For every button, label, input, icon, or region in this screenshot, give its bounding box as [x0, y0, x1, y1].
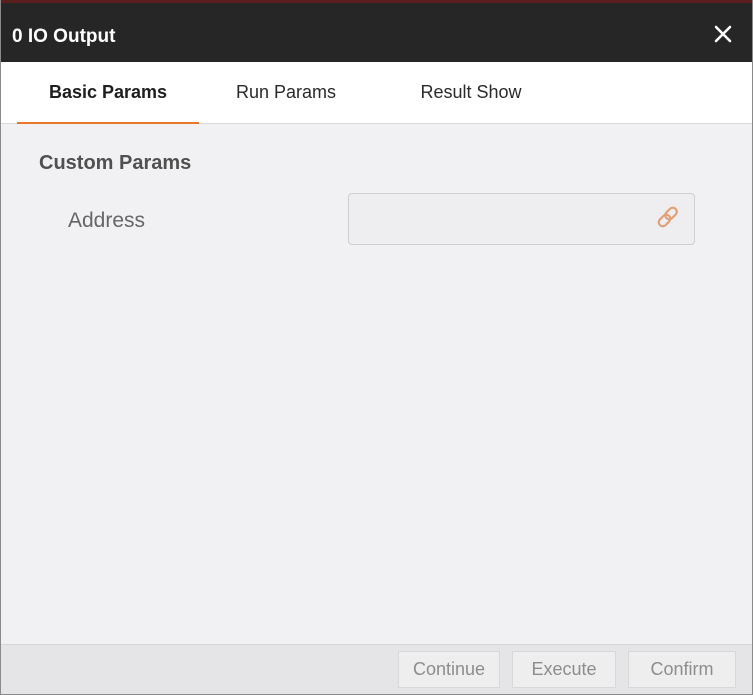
execute-button[interactable]: Execute [512, 651, 616, 688]
link-button[interactable] [652, 203, 684, 235]
continue-button[interactable]: Continue [398, 651, 500, 688]
dialog-footer: Continue Execute Confirm [1, 644, 752, 694]
tab-result-show[interactable]: Result Show [383, 62, 559, 123]
title-bar[interactable]: 0 IO Output [1, 0, 752, 62]
close-icon [714, 25, 732, 43]
link-icon [655, 204, 681, 235]
tab-basic-params[interactable]: Basic Params [17, 62, 199, 124]
address-field[interactable] [348, 193, 695, 245]
section-title: Custom Params [39, 152, 192, 174]
io-output-dialog: 0 IO Output Basic Params Run Params Resu… [0, 0, 753, 695]
window-title: 0 IO Output [12, 26, 116, 47]
address-label: Address [68, 209, 146, 232]
tab-bar: Basic Params Run Params Result Show [1, 62, 752, 124]
close-button[interactable] [708, 19, 738, 49]
confirm-button[interactable]: Confirm [628, 651, 736, 688]
basic-params-panel: Custom Params Address [1, 124, 752, 645]
address-input[interactable] [349, 194, 652, 244]
tab-run-params[interactable]: Run Params [211, 62, 361, 123]
